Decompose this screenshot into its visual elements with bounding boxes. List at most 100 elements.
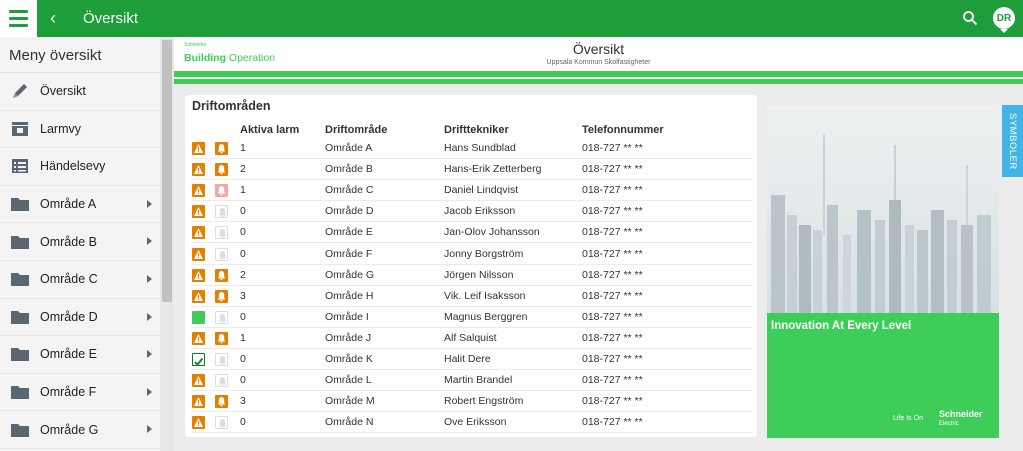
technician-name: Vik. Leif Isaksson [444, 289, 526, 302]
alarm-count: 1 [240, 184, 246, 197]
table-row[interactable]: 2 Område B Hans-Erik Zetterberg 018-727 ** … [191, 159, 753, 181]
pen-icon [0, 73, 40, 110]
table-row[interactable]: 0 Område L Martin Brandel 018-727 ** ** [191, 370, 753, 392]
avatar[interactable]: DR [993, 7, 1015, 29]
sidebar-item-oversikt[interactable]: Översikt [0, 73, 160, 111]
sidebar-item-label: Område A [40, 197, 97, 212]
table-row[interactable]: 2 Område G Jörgen Nilsson 018-727 ** ** [191, 265, 753, 286]
sidebar-title: Meny översikt [0, 37, 160, 73]
driftomraden-card: Driftområden Aktiva larm Driftområde Dri… [185, 95, 757, 437]
sidebar-item-omrade-b[interactable]: Område B [0, 223, 160, 261]
area-name: Område L [325, 374, 372, 387]
logo-sub: Electric [939, 421, 959, 427]
chevron-right-icon[interactable] [147, 350, 152, 359]
phone-number: 018-727 ** ** [582, 289, 643, 302]
chevron-right-icon[interactable] [147, 274, 152, 283]
phone-number: 018-727 ** ** [582, 268, 643, 281]
table-row[interactable]: 0 Område N Ove Eriksson 018-727 ** ** [191, 412, 753, 434]
logo-main: Schneider [939, 409, 983, 419]
sidebar-item-omrade-d[interactable]: Område D [0, 299, 160, 337]
area-name: Område M [325, 395, 375, 408]
area-name: Område E [325, 226, 373, 239]
chevron-right-icon[interactable] [147, 237, 152, 246]
area-name: Område F [325, 247, 373, 260]
alarm-count: 0 [240, 247, 246, 260]
sidebar-item-omrade-f[interactable]: Område F [0, 374, 160, 412]
alarm-warning-icon [192, 416, 205, 430]
tab-symboler[interactable]: SYMBOLER [1002, 105, 1023, 177]
sidebar-item-omrade-a[interactable]: Område A [0, 186, 160, 224]
sidebar-scrollbar-thumb[interactable] [162, 40, 172, 302]
table-row[interactable]: 0 Område F Jonny Borgström 018-727 ** ** [191, 244, 753, 265]
green-stripe [174, 79, 1023, 84]
hamburger-icon[interactable] [0, 0, 37, 37]
sidebar-item-label: Händelsevy [40, 159, 106, 174]
overview-title: Översikt [572, 41, 625, 57]
alarm-count: 2 [240, 163, 246, 176]
phone-number: 018-727 ** ** [582, 395, 643, 408]
bell-icon [215, 289, 228, 303]
chevron-right-icon[interactable] [147, 425, 152, 434]
area-name: Område I [325, 310, 369, 323]
alarm-view-icon [0, 110, 40, 147]
sidebar-item-handelsevy[interactable]: Händelsevy [0, 148, 160, 186]
technician-name: Daniel Lindqvist [444, 184, 519, 197]
table-row[interactable]: 0 Område K Halit Dere 018-727 ** ** [191, 349, 753, 370]
technician-name: Alf Salquist [444, 331, 497, 344]
table-row[interactable]: 1 Område A Hans Sundblad 018-727 ** ** [191, 138, 753, 159]
sidebar-item-omrade-g[interactable]: Område G [0, 411, 160, 449]
folder-icon [0, 223, 40, 260]
technician-name: Jörgen Nilsson [444, 268, 514, 281]
sidebar-item-label: Område F [40, 385, 97, 400]
sidebar-item-omrade-e[interactable]: Område E [0, 336, 160, 374]
bell-icon [215, 395, 228, 409]
sidebar-item-larmvy[interactable]: Larmvy [0, 111, 160, 149]
area-name: Område H [325, 289, 374, 302]
alarm-count: 3 [240, 395, 246, 408]
table-row[interactable]: 0 Område E Jan-Olov Johansson 018-727 ** ** [191, 222, 753, 244]
area-name: Område B [325, 163, 373, 176]
avatar-caret-icon[interactable] [1000, 29, 1008, 33]
folder-icon [0, 336, 40, 373]
phone-number: 018-727 ** ** [582, 416, 643, 429]
top-bar: ‹ Översikt DR [0, 0, 1023, 37]
chevron-right-icon[interactable] [147, 199, 152, 208]
col-header-area: Driftområde [325, 124, 388, 136]
table-row[interactable]: 1 Område J Alf Salquist 018-727 ** ** [191, 328, 753, 349]
technician-name: Magnus Berggren [444, 310, 528, 323]
alarm-warning-icon [192, 184, 205, 198]
table-row[interactable]: 0 Område D Jacob Eriksson 018-727 ** ** [191, 201, 753, 223]
alarm-warning-icon [192, 163, 205, 177]
bell-icon [215, 142, 228, 155]
phone-number: 018-727 ** ** [582, 184, 643, 197]
bell-icon [215, 184, 228, 198]
table-row[interactable]: 3 Område H Vik. Leif Isaksson 018-727 ** ** [191, 286, 753, 307]
area-name: Område C [325, 184, 374, 197]
card-title: Driftområden [192, 99, 271, 113]
sidebar-item-omrade-c[interactable]: Område C [0, 261, 160, 299]
page-title: Översikt [83, 10, 139, 27]
bell-icon [215, 247, 228, 261]
technician-name: Robert Engström [444, 395, 524, 408]
alarm-count: 0 [240, 416, 246, 429]
area-name: Område D [325, 205, 374, 218]
alarm-count: 1 [240, 331, 246, 344]
technician-name: Ove Eriksson [444, 416, 507, 429]
table-row[interactable]: 1 Område C Daniel Lindqvist 018-727 ** ** [191, 180, 753, 202]
chevron-right-icon[interactable] [147, 312, 152, 321]
alarm-count: 1 [240, 142, 246, 154]
chevron-right-icon[interactable] [147, 387, 152, 396]
sidebar-item-label: Larmvy [40, 121, 81, 136]
technician-name: Jonny Borgström [444, 247, 524, 260]
table-row[interactable]: 0 Område I Magnus Berggren 018-727 ** ** [191, 307, 753, 328]
promo-banner: Innovation At Every Level Life Is On Sch… [767, 105, 999, 438]
sidebar-item-label: Område G [40, 422, 99, 437]
alarm-count: 0 [240, 374, 246, 387]
phone-number: 018-727 ** ** [582, 142, 643, 154]
alarm-warning-icon [192, 247, 205, 261]
chevron-left-icon[interactable]: ‹ [50, 8, 56, 28]
area-name: Område A [325, 142, 373, 154]
technician-name: Hans Sundblad [444, 142, 516, 154]
table-row[interactable]: 3 Område M Robert Engström 018-727 ** ** [191, 391, 753, 413]
search-icon[interactable] [962, 10, 978, 26]
